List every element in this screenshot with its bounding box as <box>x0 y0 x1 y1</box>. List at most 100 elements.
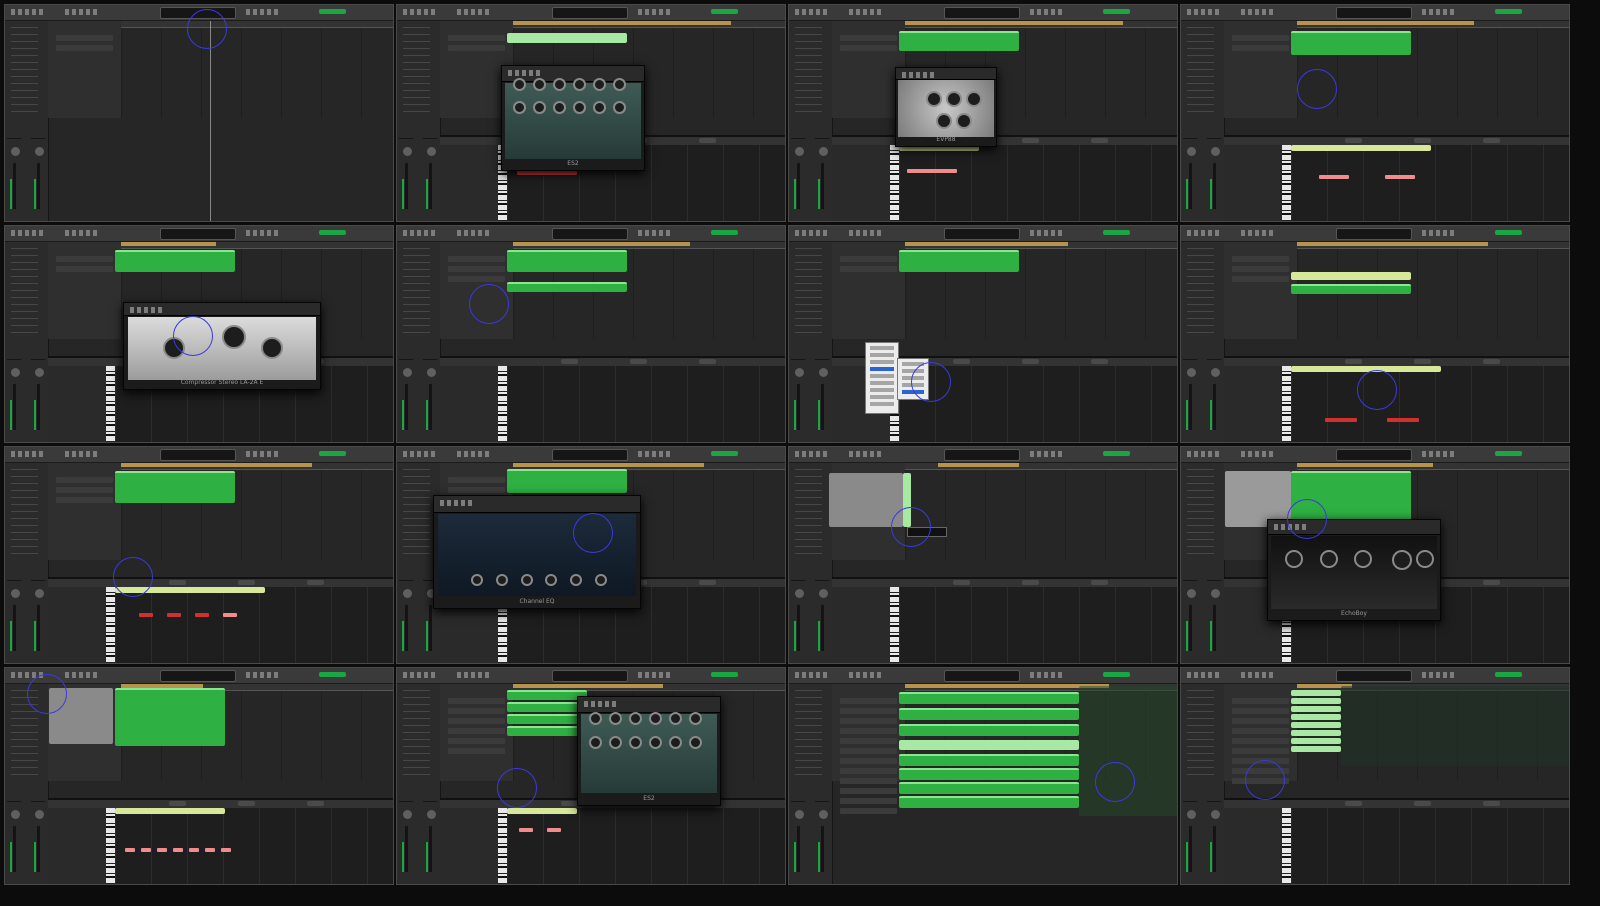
track-header[interactable] <box>55 45 114 51</box>
region[interactable] <box>507 702 587 712</box>
plugin-window[interactable]: EVP88 <box>895 67 997 147</box>
region[interactable] <box>507 726 587 736</box>
plugin-knob[interactable] <box>668 735 682 749</box>
toolbar-buttons[interactable] <box>457 230 491 236</box>
pan-knob[interactable] <box>818 810 828 819</box>
pan-knob[interactable] <box>1210 589 1220 598</box>
pan-knob[interactable] <box>403 810 413 819</box>
region[interactable] <box>1291 706 1341 712</box>
volume-fader[interactable] <box>1189 605 1193 651</box>
midi-note[interactable] <box>518 827 533 832</box>
lcd-display[interactable] <box>1336 7 1412 19</box>
volume-fader[interactable] <box>405 384 409 430</box>
pan-knob[interactable] <box>1187 368 1197 377</box>
mode-buttons[interactable] <box>245 230 280 236</box>
editor-tab[interactable] <box>1090 358 1108 364</box>
track-header[interactable] <box>447 45 506 51</box>
plugin-knob[interactable] <box>520 574 533 587</box>
lcd-display[interactable] <box>160 228 236 240</box>
editor-tab[interactable] <box>237 800 255 806</box>
track-header[interactable] <box>839 45 898 51</box>
window-buttons[interactable] <box>11 230 45 236</box>
mode-buttons[interactable] <box>1029 672 1064 678</box>
mode-buttons[interactable] <box>637 9 672 15</box>
pan-knob[interactable] <box>1210 147 1220 156</box>
volume-fader[interactable] <box>37 605 41 651</box>
region[interactable] <box>899 692 1079 704</box>
volume-fader[interactable] <box>405 826 409 872</box>
editor-tab[interactable] <box>952 358 970 364</box>
volume-fader[interactable] <box>429 384 433 430</box>
menu-item[interactable] <box>870 402 894 406</box>
mode-buttons[interactable] <box>1029 9 1064 15</box>
menu-item[interactable] <box>870 360 894 364</box>
editor-tab[interactable] <box>168 800 186 806</box>
mode-buttons[interactable] <box>637 230 672 236</box>
track-header[interactable] <box>55 256 114 262</box>
toolbar-buttons[interactable] <box>1241 9 1275 15</box>
midi-note[interactable] <box>1384 174 1415 179</box>
pan-knob[interactable] <box>426 368 436 377</box>
mode-buttons[interactable] <box>245 451 280 457</box>
region[interactable] <box>899 754 1079 766</box>
piano-keyboard[interactable] <box>890 586 899 663</box>
editor-tab[interactable] <box>1413 800 1431 806</box>
midi-note[interactable] <box>1318 174 1349 179</box>
pan-knob[interactable] <box>34 368 44 377</box>
region[interactable] <box>1291 698 1341 704</box>
track-header[interactable] <box>839 808 898 814</box>
editor-tab[interactable] <box>560 800 578 806</box>
pan-knob[interactable] <box>818 368 828 377</box>
toolbar-buttons[interactable] <box>1241 672 1275 678</box>
track-header[interactable] <box>839 728 898 734</box>
volume-fader[interactable] <box>1189 826 1193 872</box>
cycle-bar[interactable] <box>905 21 1123 25</box>
lcd-display[interactable] <box>160 449 236 461</box>
piano-keyboard[interactable] <box>1282 144 1291 221</box>
pan-knob[interactable] <box>1210 368 1220 377</box>
cycle-bar[interactable] <box>905 242 1069 246</box>
region[interactable] <box>115 471 235 503</box>
pan-knob[interactable] <box>1187 810 1197 819</box>
region[interactable] <box>899 250 1019 272</box>
volume-fader[interactable] <box>1213 384 1217 430</box>
pan-knob[interactable] <box>403 589 413 598</box>
volume-fader[interactable] <box>429 163 433 209</box>
mode-buttons[interactable] <box>637 672 672 678</box>
track-header[interactable] <box>1231 718 1290 724</box>
window-buttons[interactable] <box>11 451 45 457</box>
region[interactable] <box>507 282 627 292</box>
toolbar-buttons[interactable] <box>457 9 491 15</box>
window-buttons[interactable] <box>403 672 437 678</box>
track-header[interactable] <box>839 798 898 804</box>
volume-fader[interactable] <box>13 605 17 651</box>
toolbar-buttons[interactable] <box>65 230 99 236</box>
midi-note[interactable] <box>124 847 135 852</box>
track-header[interactable] <box>447 698 506 704</box>
plugin-knob[interactable] <box>1319 550 1338 568</box>
track-header[interactable] <box>839 758 898 764</box>
track-header[interactable] <box>1231 738 1290 744</box>
midi-note[interactable] <box>906 168 957 173</box>
pan-knob[interactable] <box>34 810 44 819</box>
volume-fader[interactable] <box>1213 605 1217 651</box>
pan-knob[interactable] <box>11 147 21 156</box>
track-header[interactable] <box>447 276 506 282</box>
region[interactable] <box>899 724 1079 736</box>
toolbar-buttons[interactable] <box>457 451 491 457</box>
region[interactable] <box>1291 284 1411 294</box>
cycle-bar[interactable] <box>937 463 1020 467</box>
plugin-knob[interactable] <box>1391 550 1412 570</box>
volume-fader[interactable] <box>429 826 433 872</box>
editor-tab[interactable] <box>1482 358 1500 364</box>
region[interactable] <box>899 740 1079 750</box>
pan-knob[interactable] <box>1187 589 1197 598</box>
track-header[interactable] <box>55 487 114 493</box>
menu-item[interactable] <box>870 353 894 357</box>
editor-tab[interactable] <box>306 579 324 585</box>
plugin-knob[interactable] <box>688 712 702 726</box>
region[interactable] <box>507 714 587 724</box>
plugin-knob[interactable] <box>1354 550 1372 568</box>
piano-keyboard[interactable] <box>890 144 899 221</box>
plugin-knob[interactable] <box>688 735 702 749</box>
